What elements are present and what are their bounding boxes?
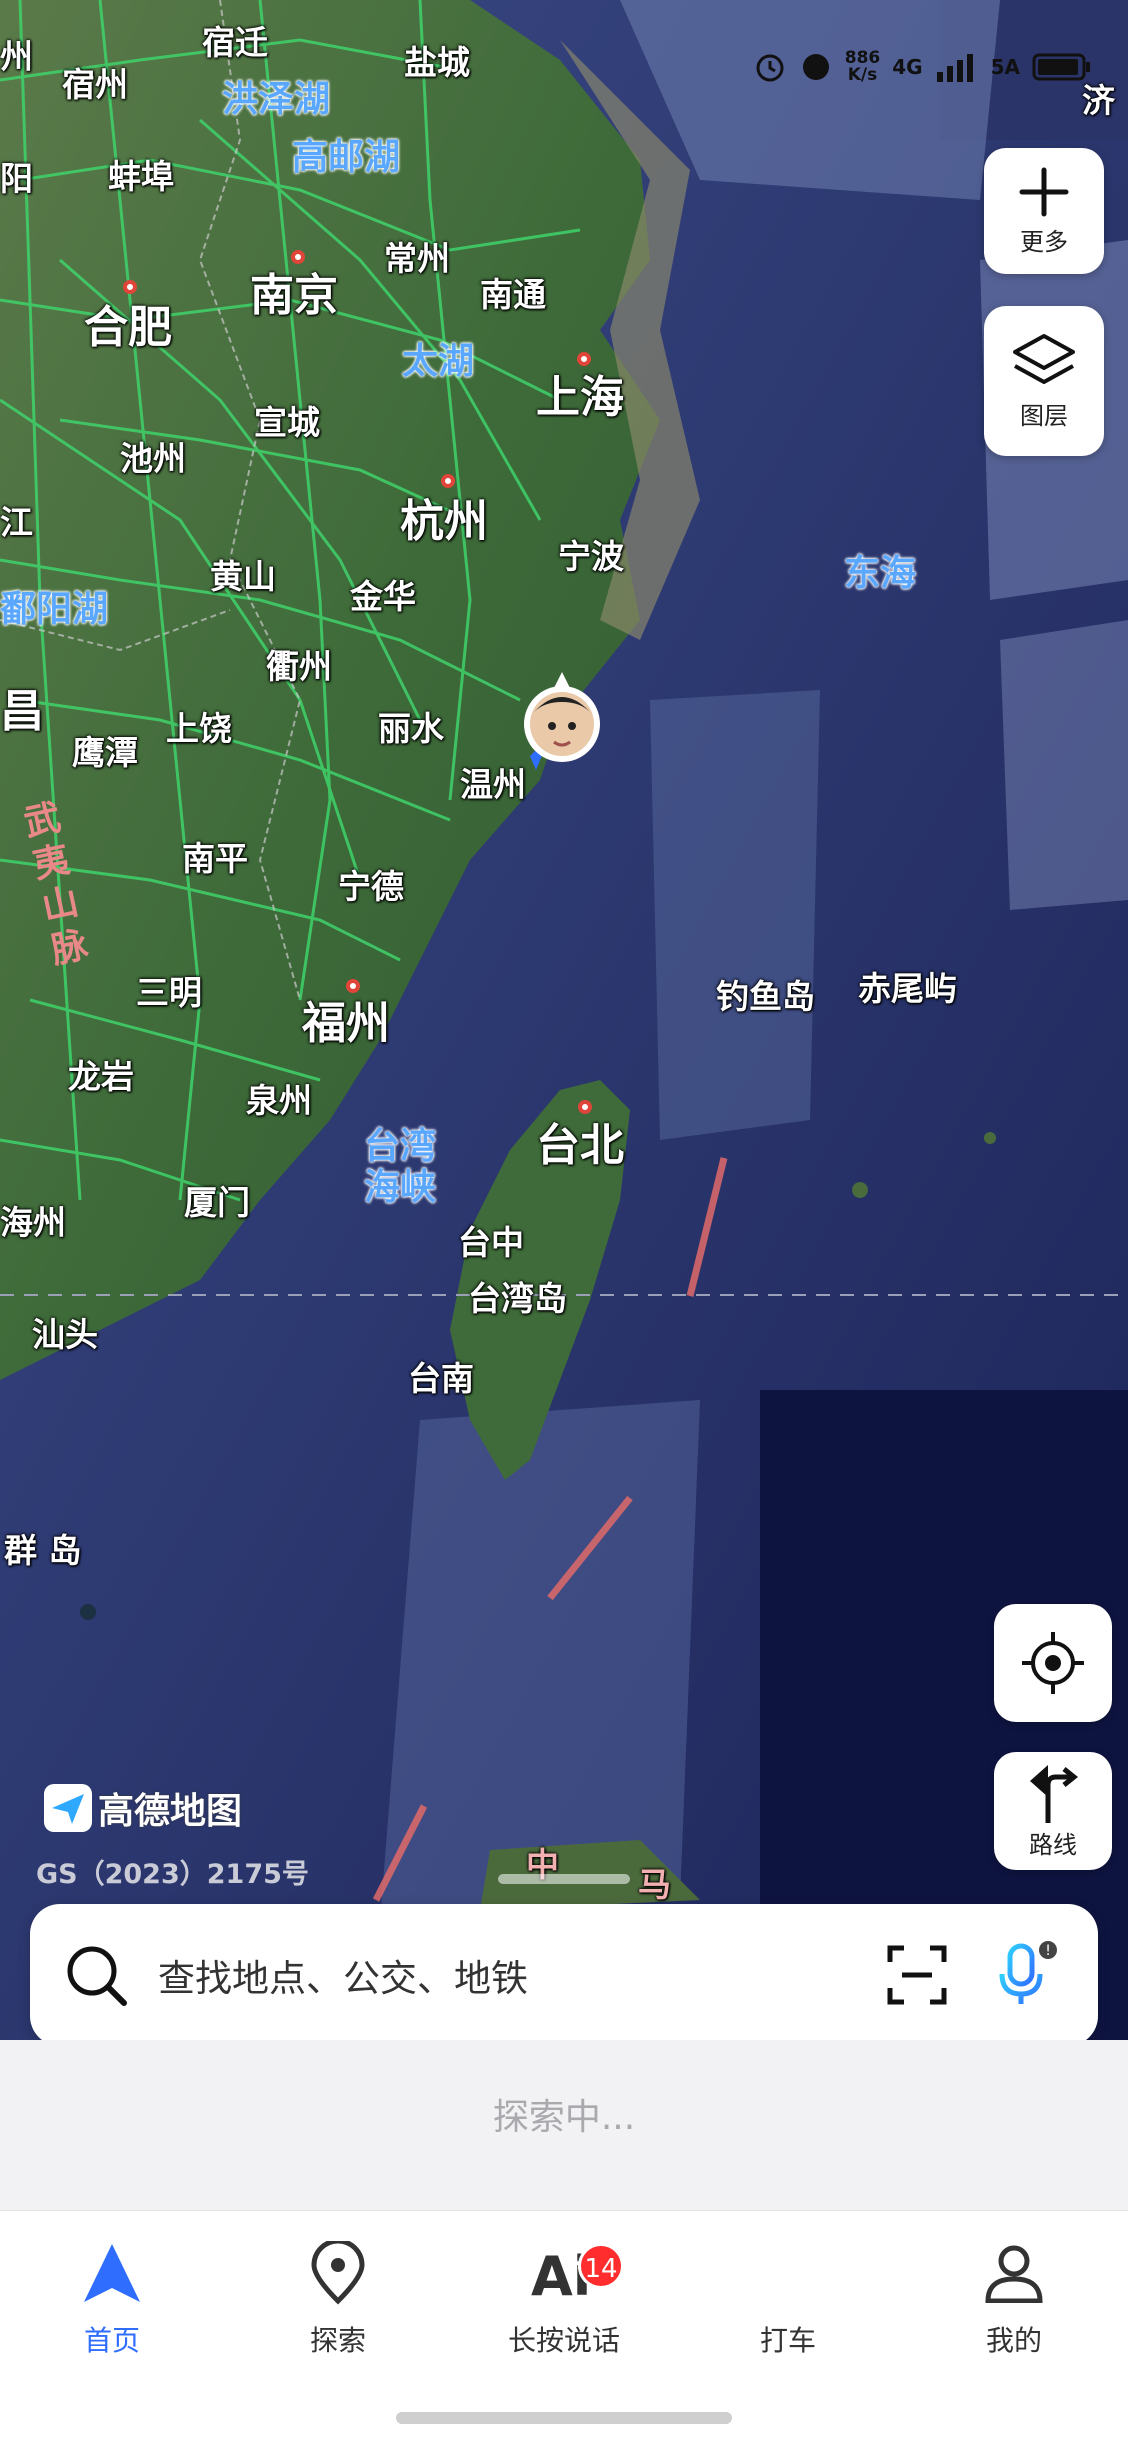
water-label[interactable]: 鄱阳湖 <box>0 592 108 628</box>
city-label[interactable]: 杭州 <box>400 500 488 544</box>
city-label[interactable]: 台南 <box>408 1362 474 1395</box>
city-label[interactable]: 赤尾屿 <box>858 972 957 1005</box>
city-label[interactable]: 合肥 <box>84 306 172 350</box>
taxi-icon <box>708 2233 868 2313</box>
route-label: 路线 <box>1029 1830 1077 1859</box>
map-view[interactable]: 合肥 南京 上海 杭州 福州 台北 宿州 宿迁 盐城 蚌埠 常州 南通 池州 宣… <box>0 0 1128 2040</box>
tab-voice[interactable]: Ai 14 长按说话 <box>484 2233 644 2359</box>
tab-home[interactable]: 首页 <box>32 2233 192 2359</box>
city-label[interactable]: 台中 <box>458 1226 524 1259</box>
notification-badge: 14 <box>578 2243 624 2289</box>
city-dot <box>441 474 455 488</box>
alarm-icon <box>756 54 784 82</box>
city-label[interactable]: 上饶 <box>166 712 232 745</box>
net-speed: 886 K/s <box>844 48 881 85</box>
net-type: 4G <box>892 55 923 79</box>
user-location-marker[interactable] <box>520 672 604 780</box>
nav-arrow-icon <box>84 2244 140 2302</box>
search-icon <box>67 1946 127 2006</box>
signal-icon <box>936 54 973 82</box>
city-label[interactable]: 金华 <box>350 580 416 613</box>
city-label[interactable]: 蚌埠 <box>108 160 174 193</box>
voice-mic-icon[interactable]: ! <box>992 1940 1062 2010</box>
city-label[interactable]: 上海 <box>536 376 624 420</box>
water-label[interactable]: 东海 <box>844 556 916 592</box>
city-label[interactable]: 厦门 <box>184 1186 250 1219</box>
tab-explore[interactable]: 探索 <box>258 2233 418 2359</box>
layers-button[interactable]: 图层 <box>984 306 1104 456</box>
amap-logo: 高德地图 <box>44 1782 242 1834</box>
city-label[interactable]: 三明 <box>136 976 202 1009</box>
notification-icon <box>802 54 829 80</box>
profile-icon <box>985 2245 1043 2303</box>
city-label[interactable]: 南京 <box>250 274 338 318</box>
bottom-tab-bar: 首页 探索 Ai 14 长按说话 打车 我的 <box>0 2210 1128 2445</box>
city-dot <box>578 1100 592 1114</box>
scan-icon[interactable] <box>886 1944 948 2006</box>
edge-label: 昌 <box>0 686 44 737</box>
city-label[interactable]: 台北 <box>536 1124 624 1168</box>
city-label[interactable]: 衢州 <box>266 650 332 683</box>
layers-label: 图层 <box>1020 401 1068 430</box>
city-dot <box>346 979 360 993</box>
city-dot <box>291 250 305 264</box>
locate-button[interactable] <box>994 1604 1112 1722</box>
svg-text:!: ! <box>1045 1943 1051 1959</box>
edge-label: 马 <box>638 1865 671 1904</box>
status-bar: 886 K/s 4G 5A <box>0 44 1128 94</box>
battery-icon <box>1032 53 1090 81</box>
city-label[interactable]: 宁波 <box>558 540 624 573</box>
home-indicator[interactable] <box>396 2412 732 2424</box>
net-type-2: 5A <box>990 55 1020 79</box>
city-label[interactable]: 鹰潭 <box>72 736 138 769</box>
city-label[interactable]: 南通 <box>480 278 546 311</box>
explore-status: 探索中... <box>492 2097 636 2138</box>
city-label[interactable]: 宣城 <box>254 406 320 439</box>
city-label[interactable]: 钓鱼岛 <box>716 980 815 1013</box>
city-label[interactable]: 群 岛 <box>4 1534 82 1567</box>
city-label[interactable]: 黄山 <box>210 560 276 593</box>
user-avatar-icon <box>524 672 600 770</box>
location-pin-icon <box>311 2241 365 2305</box>
city-label[interactable]: 汕头 <box>32 1318 98 1351</box>
water-label[interactable]: 太湖 <box>402 344 474 380</box>
city-label[interactable]: 福州 <box>302 1002 390 1046</box>
city-dot <box>123 280 137 294</box>
tab-profile[interactable]: 我的 <box>934 2233 1094 2359</box>
city-label[interactable]: 宁德 <box>338 870 404 903</box>
city-label[interactable]: 泉州 <box>246 1084 312 1117</box>
locate-icon <box>1022 1632 1084 1694</box>
city-dot <box>577 352 591 366</box>
plus-icon <box>1019 167 1069 216</box>
city-label[interactable]: 丽水 <box>378 712 444 745</box>
search-placeholder[interactable]: 查找地点、公交、地铁 <box>158 1948 528 2002</box>
sheet-handle[interactable] <box>498 1874 630 1884</box>
search-bar[interactable]: 查找地点、公交、地铁 ! <box>30 1904 1098 2046</box>
explore-panel: 探索中... <box>0 2040 1128 2210</box>
city-label[interactable]: 龙岩 <box>68 1060 134 1093</box>
route-button[interactable]: 路线 <box>994 1752 1112 1870</box>
more-button[interactable]: 更多 <box>984 148 1104 274</box>
city-label[interactable]: 台湾岛 <box>468 1282 567 1315</box>
city-label[interactable]: 常州 <box>384 242 450 275</box>
logo-arrow-icon <box>44 1784 92 1832</box>
layers-icon <box>1013 333 1075 384</box>
city-label[interactable]: 温州 <box>460 768 526 801</box>
route-icon <box>1030 1764 1078 1823</box>
license-number: GS（2023）2175号 <box>36 1859 309 1890</box>
more-label: 更多 <box>1020 227 1068 256</box>
water-label[interactable]: 台湾海峡 <box>364 1126 448 1209</box>
edge-label: 江 <box>0 503 33 542</box>
city-label[interactable]: 池州 <box>120 442 186 475</box>
edge-label: 海州 <box>0 1203 66 1242</box>
water-label[interactable]: 高邮湖 <box>292 140 400 176</box>
tab-taxi[interactable]: 打车 <box>708 2233 868 2359</box>
city-label[interactable]: 南平 <box>182 842 248 875</box>
edge-label: 阳 <box>0 159 33 198</box>
